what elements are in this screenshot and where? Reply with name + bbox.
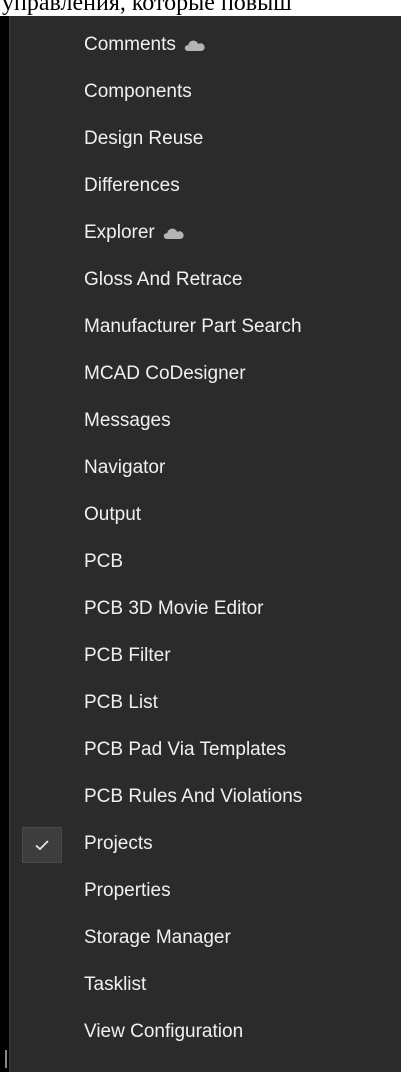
menu-item-pcb-rules-and-violations[interactable]: PCB Rules And Violations bbox=[10, 774, 401, 821]
menu-item-label: Components bbox=[84, 81, 192, 103]
background-document-text: управления, которые повыш bbox=[0, 0, 401, 16]
menu-item-text: Gloss And Retrace bbox=[84, 269, 243, 290]
menu-item-pcb-pad-via-templates[interactable]: PCB Pad Via Templates bbox=[10, 727, 401, 774]
menu-item-label: Navigator bbox=[84, 457, 165, 479]
left-edge-strip bbox=[0, 16, 9, 1072]
menu-item-text: Properties bbox=[84, 880, 171, 901]
menu-item-label: Properties bbox=[84, 880, 171, 902]
cloud-icon bbox=[184, 36, 206, 51]
menu-item-text: Components bbox=[84, 81, 192, 102]
menu-item-label: Storage Manager bbox=[84, 927, 231, 949]
menu-item-text: PCB Filter bbox=[84, 645, 171, 666]
menu-item-label: PCB 3D Movie Editor bbox=[84, 598, 264, 620]
menu-item-text: Messages bbox=[84, 410, 171, 431]
menu-item-label: MCAD CoDesigner bbox=[84, 363, 246, 385]
menu-item-navigator[interactable]: Navigator bbox=[10, 445, 401, 492]
menu-item-label: Output bbox=[84, 504, 141, 526]
menu-item-text: Projects bbox=[84, 833, 153, 854]
menu-item-storage-manager[interactable]: Storage Manager bbox=[10, 915, 401, 962]
menu-item-label: View Configuration bbox=[84, 1021, 243, 1043]
menu-item-text: View Configuration bbox=[84, 1021, 244, 1042]
menu-item-pcb-3d-movie-editor[interactable]: PCB 3D Movie Editor bbox=[10, 586, 401, 633]
menu-item-text: PCB Rules And Violations bbox=[84, 786, 303, 807]
menu-item-label: Projects bbox=[84, 833, 153, 855]
menu-item-tasklist[interactable]: Tasklist bbox=[10, 962, 401, 1009]
menu-item-text: Navigator bbox=[84, 457, 166, 478]
menu-item-label: Tasklist bbox=[84, 974, 146, 996]
menu-item-label: Manufacturer Part Search bbox=[84, 316, 302, 338]
menu-item-comments[interactable]: Comments bbox=[10, 22, 401, 69]
menu-item-text: PCB List bbox=[84, 692, 158, 713]
menu-item-text: Comments bbox=[84, 34, 176, 55]
menu-item-label: PCB List bbox=[84, 692, 158, 714]
edge-marker bbox=[5, 1050, 7, 1068]
menu-item-label: Gloss And Retrace bbox=[84, 269, 242, 291]
menu-item-text: Output bbox=[84, 504, 142, 525]
cloud-icon bbox=[163, 224, 185, 239]
menu-item-pcb-list[interactable]: PCB List bbox=[10, 680, 401, 727]
menu-item-mcad-codesigner[interactable]: MCAD CoDesigner bbox=[10, 351, 401, 398]
menu-item-gloss-and-retrace[interactable]: Gloss And Retrace bbox=[10, 257, 401, 304]
menu-item-text: MCAD CoDesigner bbox=[84, 363, 246, 384]
menu-item-text: Manufacturer Part Search bbox=[84, 316, 302, 337]
menu-item-label: PCB Filter bbox=[84, 645, 171, 667]
menu-item-design-reuse[interactable]: Design Reuse bbox=[10, 116, 401, 163]
menu-item-text: Tasklist bbox=[84, 974, 147, 995]
menu-item-label: PCB Pad Via Templates bbox=[84, 739, 286, 761]
menu-item-text: Differences bbox=[84, 175, 180, 196]
menu-item-label: PCB bbox=[84, 551, 123, 573]
menu-item-label: Comments bbox=[84, 34, 206, 56]
menu-item-label: Differences bbox=[84, 175, 180, 197]
menu-item-view-configuration[interactable]: View Configuration bbox=[10, 1009, 401, 1056]
menu-item-properties[interactable]: Properties bbox=[10, 868, 401, 915]
menu-item-text: PCB bbox=[84, 551, 124, 572]
checkmark-icon bbox=[22, 826, 62, 863]
menu-item-output[interactable]: Output bbox=[10, 492, 401, 539]
menu-item-manufacturer-part-search[interactable]: Manufacturer Part Search bbox=[10, 304, 401, 351]
menu-item-pcb-filter[interactable]: PCB Filter bbox=[10, 633, 401, 680]
menu-item-label: Messages bbox=[84, 410, 171, 432]
menu-item-text: PCB 3D Movie Editor bbox=[84, 598, 264, 619]
menu-item-pcb[interactable]: PCB bbox=[10, 539, 401, 586]
menu-item-label: PCB Rules And Violations bbox=[84, 786, 302, 808]
menu-item-label: Explorer bbox=[84, 222, 185, 244]
menu-item-differences[interactable]: Differences bbox=[10, 163, 401, 210]
menu-item-text: Design Reuse bbox=[84, 128, 204, 149]
panels-context-menu: Comments Components Design Reuse Difference… bbox=[9, 16, 401, 1072]
menu-item-label: Design Reuse bbox=[84, 128, 203, 150]
menu-item-text: PCB Pad Via Templates bbox=[84, 739, 287, 760]
menu-item-explorer[interactable]: Explorer bbox=[10, 210, 401, 257]
menu-item-text: Storage Manager bbox=[84, 927, 231, 948]
menu-item-text: Explorer bbox=[84, 222, 155, 243]
menu-item-components[interactable]: Components bbox=[10, 69, 401, 116]
menu-item-messages[interactable]: Messages bbox=[10, 398, 401, 445]
menu-item-projects[interactable]: Projects bbox=[10, 821, 401, 868]
